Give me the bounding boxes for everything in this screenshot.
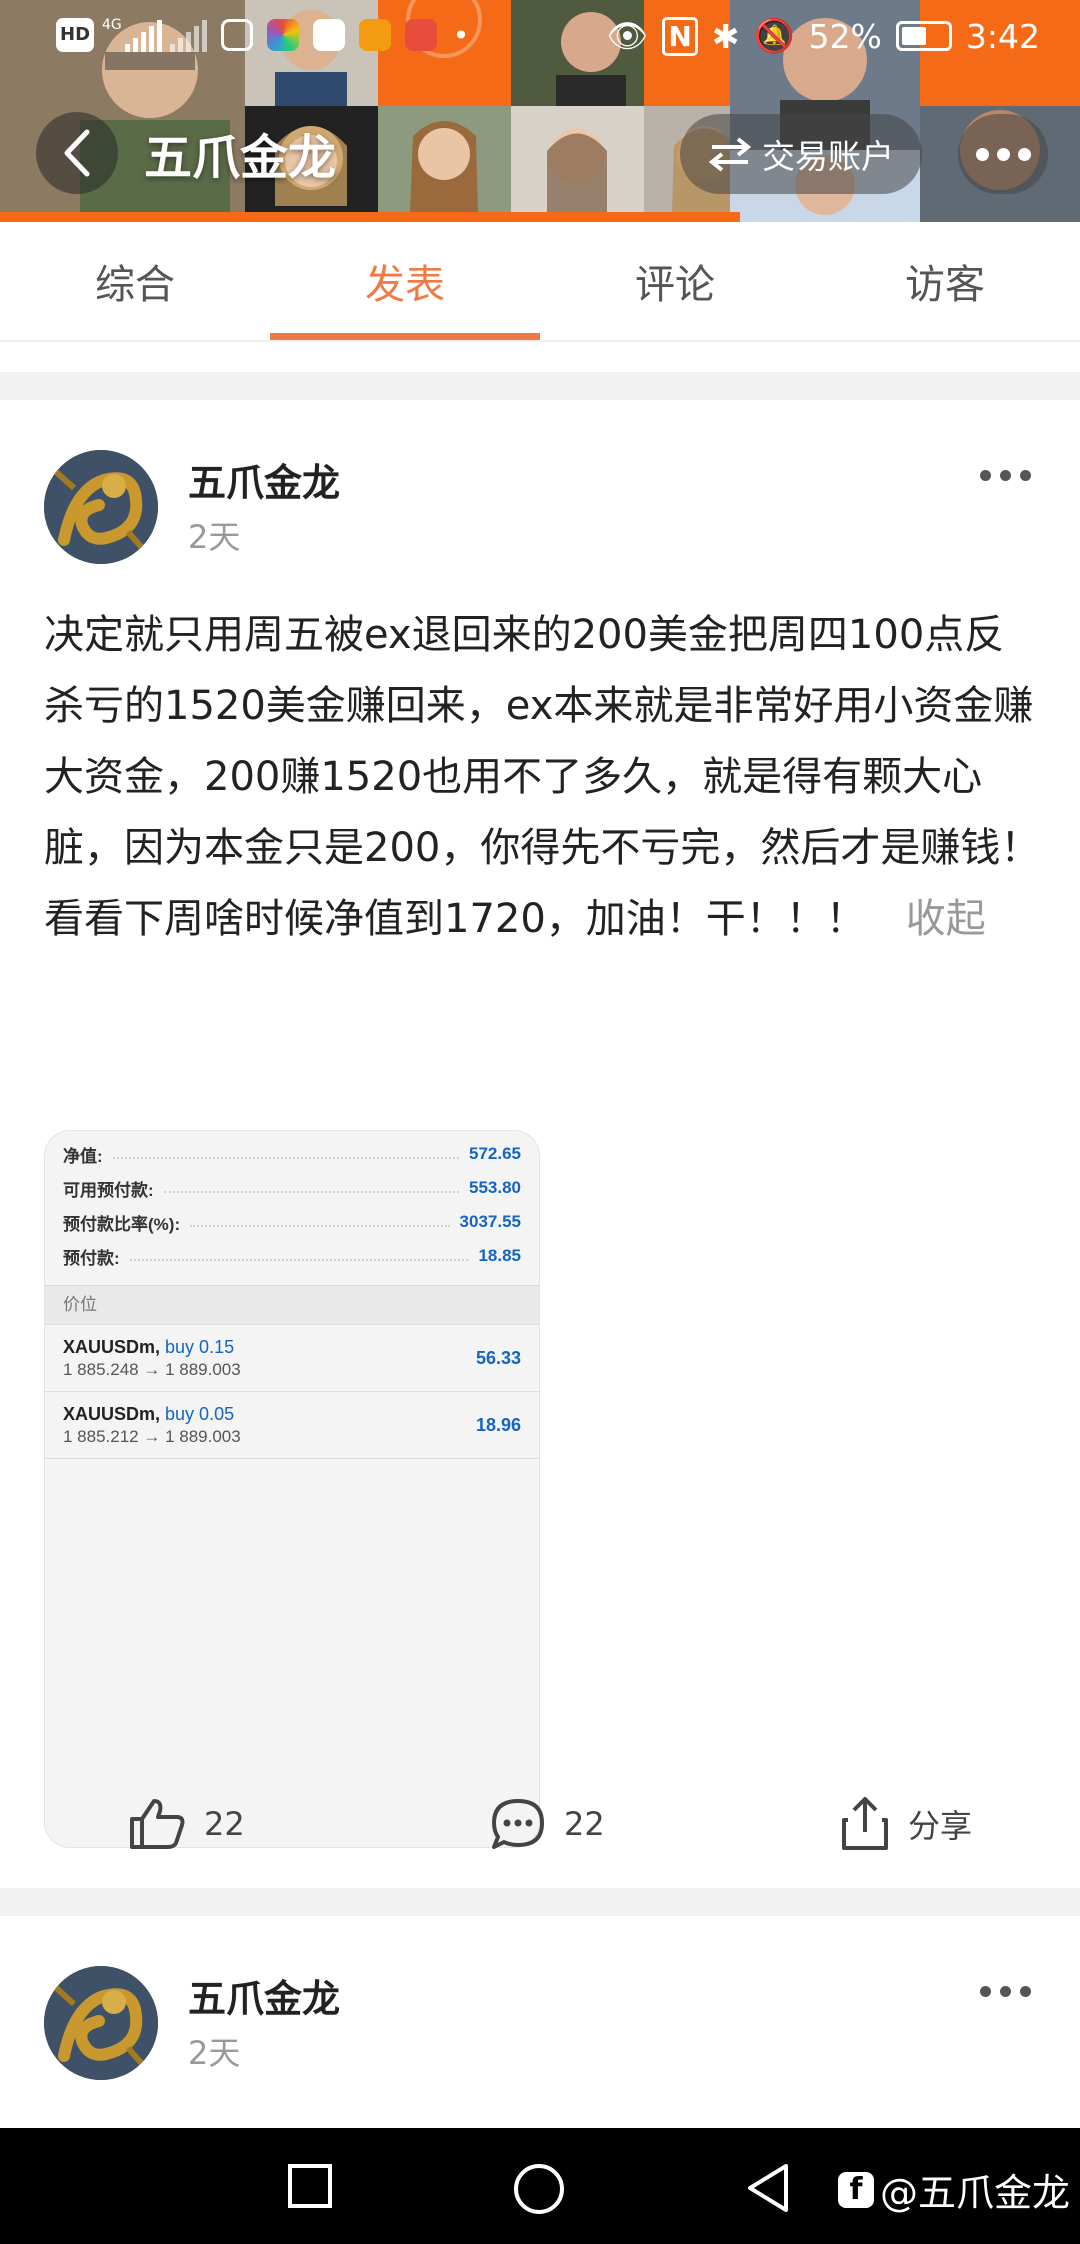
avatar[interactable] bbox=[44, 1966, 158, 2080]
share-icon bbox=[842, 1797, 888, 1850]
thumbs-up-icon bbox=[130, 1799, 185, 1849]
post-actions: 22 22 分享 bbox=[0, 1774, 1080, 1874]
post-author[interactable]: 五爪金龙 bbox=[188, 1968, 340, 2023]
hd-indicator: HD bbox=[56, 18, 95, 52]
tab-comments[interactable]: 评论 bbox=[540, 222, 810, 340]
battery-icon bbox=[895, 21, 952, 51]
comment-button[interactable]: 22 bbox=[490, 1774, 605, 1874]
more-notifications-icon: • bbox=[452, 18, 470, 52]
silent-bell-icon: 🔕 bbox=[753, 16, 795, 55]
status-bar: HD 4G • 👁 N ✱ 🔕 52% 3:42 bbox=[0, 0, 1080, 80]
position-row: XAUUSDm, buy 0.15 1 885.248 → 1 889.003 … bbox=[45, 1325, 539, 1392]
post-body: 决定就只用周五被ex退回来的200美金把周四100点反杀亏的1520美金赚回来，… bbox=[44, 600, 1044, 955]
section-divider bbox=[0, 372, 1080, 400]
more-options-button[interactable] bbox=[958, 114, 1048, 194]
collapse-link[interactable]: 收起 bbox=[906, 896, 986, 942]
comment-count: 22 bbox=[564, 1805, 605, 1843]
recent-apps-icon[interactable] bbox=[286, 2162, 334, 2210]
huawei-app-icon bbox=[312, 19, 345, 51]
post-time: 2天 bbox=[188, 518, 241, 556]
banner-photo-4 bbox=[378, 106, 511, 212]
post-image-trading-screenshot[interactable]: 净值: 572.65 可用预付款: 553.80 预付款比率(%): 3037.55 … bbox=[44, 1130, 540, 1848]
tab-overview[interactable]: 综合 bbox=[0, 222, 270, 340]
avatar[interactable] bbox=[44, 450, 158, 564]
page-title: 五爪金龙 bbox=[144, 130, 337, 186]
tab-visitors[interactable]: 访客 bbox=[810, 222, 1080, 340]
golden-dragon-avatar-image bbox=[44, 1966, 158, 2080]
post-more-button[interactable] bbox=[980, 1986, 1031, 1997]
like-count: 22 bbox=[204, 1805, 245, 1843]
post-author[interactable]: 五爪金龙 bbox=[188, 452, 340, 507]
post-time: 2天 bbox=[188, 2034, 241, 2072]
tab-bar: 综合 发表 评论 访客 bbox=[0, 222, 1080, 342]
signal-icon: 4G bbox=[102, 18, 162, 52]
back-button[interactable] bbox=[36, 112, 118, 194]
tab-posts[interactable]: 发表 bbox=[270, 222, 540, 340]
notification-app-icon bbox=[220, 19, 253, 51]
app-logo-icon: f bbox=[838, 2171, 874, 2208]
account-row: 净值: 572.65 bbox=[63, 1144, 521, 1166]
book-app-icon bbox=[404, 19, 437, 51]
video-app-icon bbox=[358, 19, 391, 51]
post-card[interactable]: 五爪金龙 2天 bbox=[0, 1916, 1080, 2128]
post-more-button[interactable] bbox=[980, 470, 1031, 481]
nfc-icon: N bbox=[662, 16, 698, 56]
banner-bottom-strip bbox=[0, 212, 740, 222]
watermark: f @五爪金龙 bbox=[838, 2162, 1070, 2217]
switch-arrows-icon bbox=[708, 137, 752, 172]
profile-banner: HD 4G • 👁 N ✱ 🔕 52% 3:42 五爪金龙 交易账户 bbox=[0, 0, 1080, 222]
account-row: 预付款: 18.85 bbox=[63, 1246, 521, 1268]
back-triangle-icon[interactable] bbox=[744, 2162, 792, 2214]
bluetooth-icon: ✱ bbox=[711, 16, 740, 56]
trading-account-button[interactable]: 交易账户 bbox=[680, 114, 922, 194]
battery-percent: 52% bbox=[808, 16, 882, 56]
comment-bubble-icon bbox=[492, 1799, 544, 1849]
post-text: 决定就只用周五被ex退回来的200美金把周四100点反杀亏的1520美金赚回来，… bbox=[44, 612, 1041, 942]
watermark-text: @五爪金龙 bbox=[880, 2171, 1071, 2215]
account-row: 预付款比率(%): 3037.55 bbox=[63, 1212, 521, 1234]
post-card[interactable]: 五爪金龙 2天 决定就只用周五被ex退回来的200美金把周四100点反杀亏的15… bbox=[0, 400, 1080, 1888]
share-label: 分享 bbox=[908, 1807, 973, 1845]
eye-comfort-icon: 👁 bbox=[606, 16, 649, 55]
trading-account-label: 交易账户 bbox=[762, 137, 894, 176]
position-row: XAUUSDm, buy 0.05 1 885.212 → 1 889.003 … bbox=[45, 1392, 539, 1459]
account-row: 可用预付款: 553.80 bbox=[63, 1178, 521, 1200]
banner-photo-6 bbox=[511, 106, 644, 212]
chevron-left-icon bbox=[64, 129, 90, 177]
home-icon[interactable] bbox=[512, 2162, 566, 2216]
signal-icon-2 bbox=[169, 18, 207, 52]
golden-dragon-avatar-image bbox=[44, 450, 158, 564]
section-divider bbox=[0, 1888, 1080, 1916]
system-navigation-bar: f @五爪金龙 bbox=[0, 2128, 1080, 2244]
share-button[interactable]: 分享 bbox=[840, 1774, 972, 1874]
notification-app-icon-2 bbox=[266, 19, 299, 51]
positions-header: 价位 bbox=[45, 1285, 539, 1325]
clock: 3:42 bbox=[965, 16, 1040, 56]
like-button[interactable]: 22 bbox=[128, 1774, 245, 1874]
